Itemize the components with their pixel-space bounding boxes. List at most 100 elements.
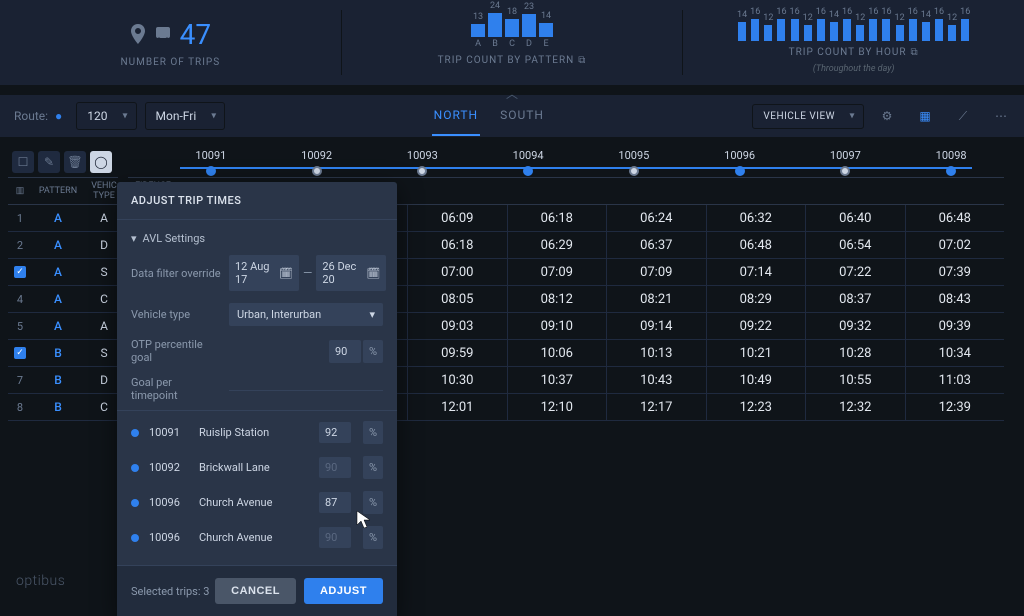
checkbox-all-button[interactable]: ☐ (12, 151, 34, 173)
time-cell[interactable]: 07:02 (905, 232, 1005, 258)
time-cell[interactable]: 10:49 (706, 367, 806, 393)
timepoint-goal-input[interactable]: 92 (319, 422, 351, 443)
time-cell[interactable]: 06:54 (805, 232, 905, 258)
table-row[interactable]: 2AD (8, 232, 118, 259)
route-select[interactable]: 120▾ (76, 102, 136, 130)
time-cell[interactable]: 10:34 (905, 340, 1005, 366)
time-cell[interactable]: 12:32 (805, 394, 905, 420)
timepoint-10096[interactable]: 10096 (687, 149, 793, 176)
time-cell[interactable]: 12:10 (507, 394, 607, 420)
time-cell[interactable]: 06:32 (706, 205, 806, 231)
time-cell[interactable]: 07:14 (706, 259, 806, 285)
time-cell[interactable]: 08:12 (507, 286, 607, 312)
time-cell[interactable]: 12:17 (606, 394, 706, 420)
time-cell[interactable]: 06:29 (507, 232, 607, 258)
date-from-input[interactable]: 12 Aug 17🗓 (229, 255, 299, 291)
time-cell[interactable]: 11:03 (905, 367, 1005, 393)
time-cell[interactable]: 09:03 (407, 313, 507, 339)
timepoint-dot (840, 166, 850, 176)
time-cell[interactable]: 06:37 (606, 232, 706, 258)
time-cell[interactable]: 10:06 (507, 340, 607, 366)
timepoint-10098[interactable]: 10098 (898, 149, 1004, 176)
date-to-input[interactable]: 26 Dec 20🗓 (316, 255, 386, 291)
table-row[interactable]: 8BC (8, 394, 118, 421)
time-cell[interactable]: 10:55 (805, 367, 905, 393)
time-cell[interactable]: 10:13 (606, 340, 706, 366)
vehicle-type-select[interactable]: Urban, Interurban ▾ (229, 303, 383, 326)
time-cell[interactable]: 10:37 (507, 367, 607, 393)
time-cell[interactable]: 07:39 (905, 259, 1005, 285)
schedule-select[interactable]: Mon-Fri▾ (145, 102, 226, 130)
time-cell[interactable]: 12:01 (407, 394, 507, 420)
time-cell[interactable]: 07:22 (805, 259, 905, 285)
time-cell[interactable]: 06:18 (407, 232, 507, 258)
grid-view-button[interactable]: ▦ (910, 101, 940, 131)
external-link-icon[interactable]: ⧉ (911, 47, 919, 58)
time-cell[interactable]: 09:59 (407, 340, 507, 366)
time-cell[interactable]: 06:18 (507, 205, 607, 231)
timepoint-10094[interactable]: 10094 (475, 149, 581, 176)
table-row[interactable]: 5AA (8, 313, 118, 340)
time-cell[interactable]: 12:23 (706, 394, 806, 420)
cancel-button[interactable]: CANCEL (215, 578, 296, 604)
time-cell[interactable]: 08:05 (407, 286, 507, 312)
time-cell[interactable]: 10:30 (407, 367, 507, 393)
tab-north[interactable]: NORTH (432, 96, 480, 136)
time-cell[interactable]: 07:09 (507, 259, 607, 285)
time-cell[interactable]: 08:21 (606, 286, 706, 312)
timepoint-dot-icon (131, 499, 139, 507)
timepoint-goal-input[interactable]: 90 (319, 457, 351, 478)
row-checkbox[interactable]: ✓ (14, 347, 26, 359)
time-cell[interactable]: 10:43 (606, 367, 706, 393)
delete-button[interactable]: 🗑 (64, 151, 86, 173)
chart-view-button[interactable]: ⟋ (948, 101, 978, 131)
time-cell[interactable]: 09:22 (706, 313, 806, 339)
goal-timepoint-row: 10092 Brickwall Lane 90 % (131, 450, 383, 485)
view-select[interactable]: VEHICLE VIEW▾ (752, 104, 864, 129)
time-cell[interactable]: 08:29 (706, 286, 806, 312)
adjust-confirm-button[interactable]: ADJUST (304, 578, 383, 604)
timepoint-10097[interactable]: 10097 (793, 149, 899, 176)
time-cell[interactable]: 06:48 (905, 205, 1005, 231)
tab-south[interactable]: SOUTH (498, 96, 546, 136)
time-cell[interactable]: 09:32 (805, 313, 905, 339)
timepoint-dot (629, 166, 639, 176)
time-cell[interactable]: 06:48 (706, 232, 806, 258)
time-cell[interactable]: 10:21 (706, 340, 806, 366)
time-cell[interactable]: 07:09 (606, 259, 706, 285)
calendar-icon: 🗓 (366, 267, 380, 280)
time-cell[interactable]: 06:24 (606, 205, 706, 231)
column-toggle-icon[interactable]: ▥ (8, 186, 32, 196)
time-cell[interactable]: 08:43 (905, 286, 1005, 312)
otp-value-input[interactable]: 90 (329, 340, 361, 363)
time-cell[interactable]: 06:09 (407, 205, 507, 231)
table-row[interactable]: ✓BS (8, 340, 118, 367)
timepoint-10093[interactable]: 10093 (370, 149, 476, 176)
timepoint-goal-input[interactable]: 90 (319, 527, 351, 548)
edit-button[interactable]: ✎ (38, 151, 60, 173)
time-cell[interactable]: 10:28 (805, 340, 905, 366)
time-cell[interactable]: 09:14 (606, 313, 706, 339)
time-cell[interactable]: 09:39 (905, 313, 1005, 339)
collapse-toggle[interactable]: ︿ (0, 85, 1024, 95)
timepoint-10095[interactable]: 10095 (581, 149, 687, 176)
row-checkbox[interactable]: ✓ (14, 266, 26, 278)
time-cell[interactable]: 09:10 (507, 313, 607, 339)
time-cell[interactable]: 08:37 (805, 286, 905, 312)
timepoint-goal-input[interactable]: 87 (319, 492, 351, 513)
pattern-header[interactable]: PATTERN (32, 186, 84, 196)
time-cell[interactable]: 12:39 (905, 394, 1005, 420)
more-button[interactable]: ⋯ (986, 101, 1016, 131)
table-row[interactable]: 4AC (8, 286, 118, 313)
table-row[interactable]: 7BD (8, 367, 118, 394)
external-link-icon[interactable]: ⧉ (578, 55, 586, 66)
timepoint-10092[interactable]: 10092 (264, 149, 370, 176)
time-cell[interactable]: 07:00 (407, 259, 507, 285)
settings-button[interactable]: ⚙ (872, 101, 902, 131)
table-row[interactable]: ✓AS (8, 259, 118, 286)
adjust-button[interactable]: ◯ (90, 151, 112, 173)
table-row[interactable]: 1AA (8, 205, 118, 232)
timepoint-10091[interactable]: 10091 (158, 149, 264, 176)
time-cell[interactable]: 06:40 (805, 205, 905, 231)
avl-settings-toggle[interactable]: ▾ AVL Settings (131, 228, 383, 249)
